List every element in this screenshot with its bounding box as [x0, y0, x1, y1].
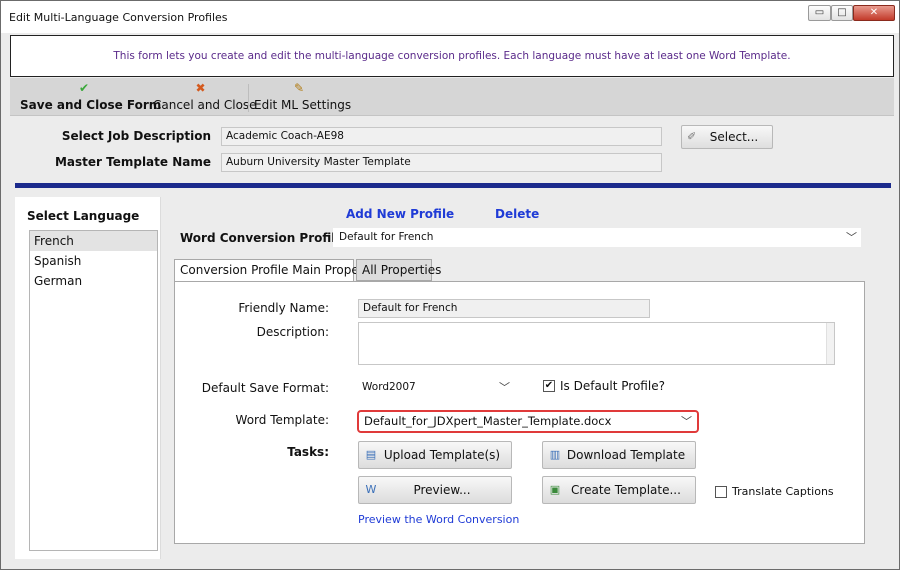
maximize-button[interactable]: □	[831, 5, 853, 21]
job-description-field[interactable]: Academic Coach-AE98	[221, 127, 662, 146]
chevron-down-icon: ﹀	[681, 415, 692, 428]
is-default-checkbox[interactable]: ✔	[543, 380, 555, 392]
description-scrollbar[interactable]	[826, 323, 834, 364]
language-list[interactable]: French Spanish German	[29, 230, 158, 551]
list-item[interactable]: German	[30, 271, 157, 291]
add-new-profile-link[interactable]: Add New Profile	[346, 207, 454, 221]
create-template-label: Create Template...	[571, 483, 681, 497]
select-language-heading: Select Language	[27, 209, 140, 223]
delete-profile-link[interactable]: Delete	[495, 207, 539, 221]
check-circle-icon: ✔	[78, 81, 90, 95]
language-panel: Select Language French Spanish German	[15, 197, 161, 559]
tasks-label: Tasks:	[287, 445, 329, 459]
friendly-name-label: Friendly Name:	[238, 301, 329, 315]
download-icon: ▥	[549, 448, 561, 461]
close-window-button[interactable]: ✕	[853, 5, 895, 21]
description-label: Description:	[256, 325, 329, 339]
word-document-icon: W	[365, 483, 377, 496]
translate-captions-label: Translate Captions	[732, 485, 834, 498]
word-template-dropdown[interactable]: Default_for_JDXpert_Master_Template.docx…	[357, 410, 699, 433]
title-bar: Edit Multi-Language Conversion Profiles …	[1, 1, 899, 33]
is-default-label: Is Default Profile?	[560, 379, 665, 393]
chevron-down-icon: ﹀	[499, 381, 510, 394]
friendly-name-field[interactable]: Default for French	[358, 299, 650, 318]
upload-templates-button[interactable]: ▤ Upload Template(s)	[358, 441, 512, 469]
select-job-label: Select...	[709, 130, 759, 144]
translate-captions-checkbox[interactable]	[715, 486, 727, 498]
x-icon: ✖	[195, 81, 206, 95]
save-and-close-button[interactable]: ✔ Save and Close Form	[20, 78, 162, 116]
cancel-and-close-label: Cancel and Close	[153, 98, 257, 112]
minimize-icon: ▭	[814, 7, 825, 18]
settings-edit-icon: ✎	[293, 81, 305, 95]
download-template-label: Download Template	[566, 448, 686, 462]
save-format-value: Word2007	[362, 381, 416, 393]
create-template-icon: ▣	[549, 483, 561, 496]
edit-ml-settings-button[interactable]: ✎ Edit ML Settings	[254, 78, 352, 116]
list-item[interactable]: French	[30, 231, 157, 251]
cancel-and-close-button[interactable]: ✖ Cancel and Close	[153, 78, 257, 116]
save-format-dropdown[interactable]: Word2007 ﹀	[358, 378, 514, 397]
pen-icon: ✐	[687, 130, 697, 143]
instructions-banner: This form lets you create and edit the m…	[10, 35, 894, 77]
create-template-button[interactable]: ▣ Create Template...	[542, 476, 696, 504]
tab-main-properties[interactable]: Conversion Profile Main Properties	[174, 259, 385, 282]
select-job-button[interactable]: ✐ Select...	[681, 125, 773, 149]
close-icon: ✕	[869, 7, 879, 18]
list-item[interactable]: Spanish	[30, 251, 157, 271]
toolbar: ✔ Save and Close Form ✖ Cancel and Close…	[10, 78, 894, 116]
edit-ml-settings-label: Edit ML Settings	[254, 98, 352, 112]
preview-button[interactable]: W Preview...	[358, 476, 512, 504]
save-format-label: Default Save Format:	[201, 381, 329, 395]
chevron-down-icon: ﹀	[846, 231, 857, 244]
save-and-close-label: Save and Close Form	[20, 98, 162, 112]
conversion-profile-dropdown[interactable]: Default for French ﹀	[333, 228, 861, 247]
upload-icon: ▤	[365, 448, 377, 461]
word-template-label: Word Template:	[235, 413, 329, 427]
master-template-field[interactable]: Auburn University Master Template	[221, 153, 662, 172]
preview-word-conversion-link[interactable]: Preview the Word Conversion	[358, 513, 519, 526]
description-textarea[interactable]	[358, 322, 835, 365]
master-template-label: Master Template Name	[54, 155, 211, 169]
upload-templates-label: Upload Template(s)	[383, 448, 501, 462]
download-template-button[interactable]: ▥ Download Template	[542, 441, 696, 469]
preview-label: Preview...	[413, 483, 471, 497]
maximize-icon: □	[837, 7, 847, 18]
conversion-profile-label: Word Conversion Profile:	[180, 231, 349, 245]
section-divider	[15, 183, 891, 188]
window-title: Edit Multi-Language Conversion Profiles	[9, 11, 228, 24]
job-description-label: Select Job Description	[61, 129, 211, 143]
checkmark-icon: ✔	[544, 380, 554, 391]
minimize-button[interactable]: ▭	[808, 5, 831, 21]
conversion-profile-value: Default for French	[339, 231, 434, 243]
tab-all-properties[interactable]: All Properties	[356, 259, 441, 281]
toolbar-separator	[248, 84, 249, 112]
word-template-value: Default_for_JDXpert_Master_Template.docx	[364, 414, 612, 428]
dialog-window: Edit Multi-Language Conversion Profiles …	[0, 0, 900, 570]
